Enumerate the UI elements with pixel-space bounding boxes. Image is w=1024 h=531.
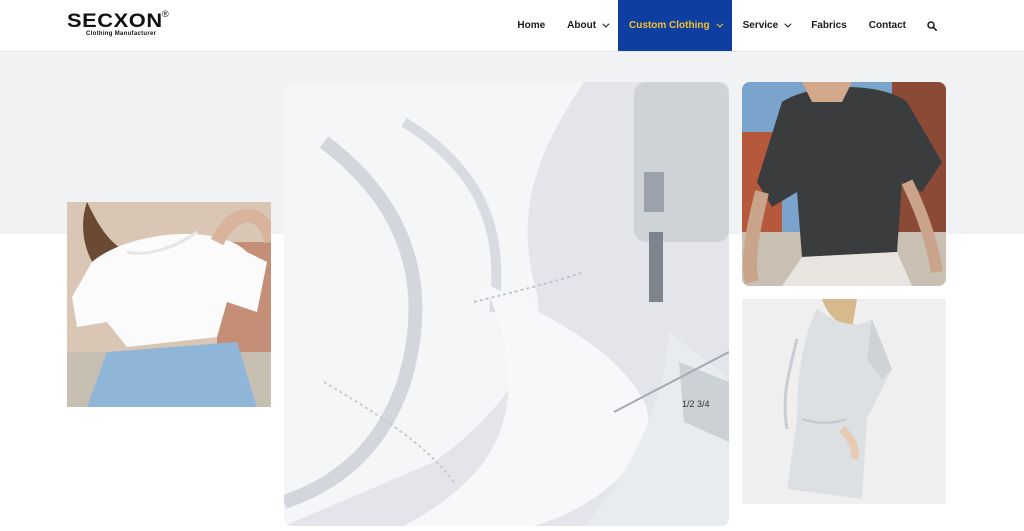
nav-contact-label: Contact: [868, 20, 906, 31]
site-header: SECXON ® Clothing Manufacturer Home Abou…: [0, 0, 1024, 52]
nav-about-label: About: [567, 20, 597, 31]
nav-service[interactable]: Service: [732, 0, 801, 51]
logo[interactable]: SECXON ® Clothing Manufacturer: [67, 9, 177, 39]
nav-fabrics-label: Fabrics: [811, 20, 847, 31]
svg-text:1/2 3/4: 1/2 3/4: [682, 399, 710, 409]
logo-wordmark: SECXON: [67, 11, 163, 32]
nav-home[interactable]: Home: [506, 0, 556, 51]
nav-fabrics[interactable]: Fabrics: [800, 0, 858, 51]
nav-about[interactable]: About: [556, 0, 618, 51]
nav-custom-clothing[interactable]: Custom Clothing: [618, 0, 732, 51]
registered-mark: ®: [162, 9, 169, 19]
search-button[interactable]: [917, 0, 1024, 51]
nav-contact[interactable]: Contact: [858, 0, 917, 51]
logo-tagline: Clothing Manufacturer: [86, 31, 157, 37]
sewing-machine-white-fabric-photo: 1/2 3/4: [284, 82, 729, 526]
light-long-tee-dress-photo: [742, 299, 946, 504]
search-icon: [927, 20, 937, 31]
chevron-down-icon: [602, 20, 610, 28]
woman-white-crop-tee-photo: [67, 202, 271, 407]
chevron-down-icon: [715, 20, 724, 28]
nav-custom-clothing-label: Custom Clothing: [629, 20, 710, 31]
dark-oversized-tee-photo: [742, 82, 946, 286]
nav-service-label: Service: [742, 20, 779, 31]
chevron-down-icon: [784, 20, 792, 28]
main-nav: Home About Custom Clothing Service Fabri…: [506, 0, 1024, 51]
nav-home-label: Home: [517, 20, 546, 31]
page: SECXON ® Clothing Manufacturer Home Abou…: [0, 0, 1024, 531]
